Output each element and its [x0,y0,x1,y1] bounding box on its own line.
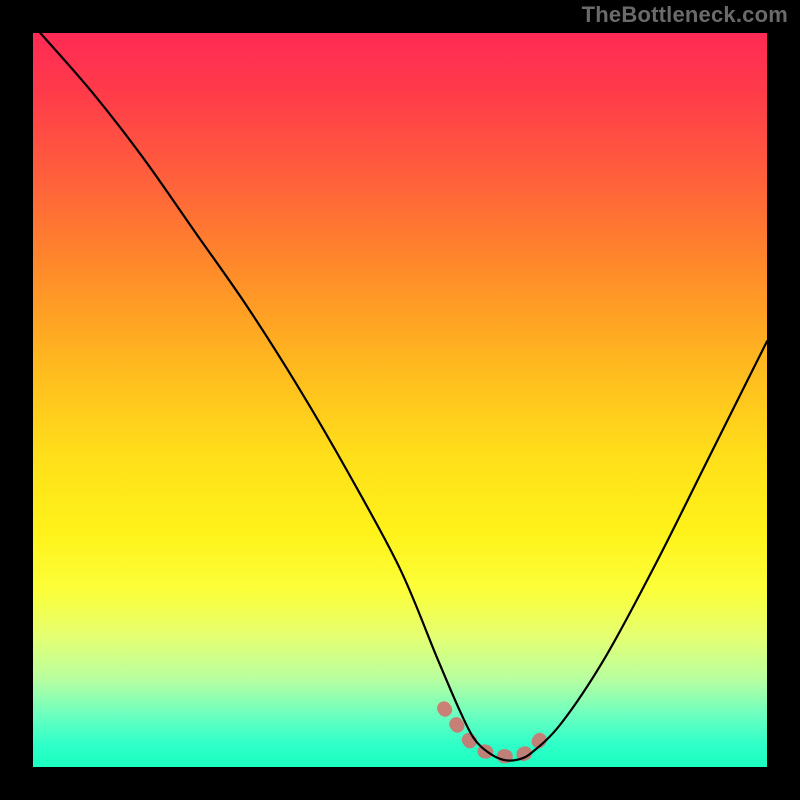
bottleneck-curve [40,33,767,761]
highlight-dots [444,708,547,756]
chart-frame: TheBottleneck.com [0,0,800,800]
plot-area [33,33,767,767]
watermark-text: TheBottleneck.com [582,2,788,28]
chart-overlay [33,33,767,767]
